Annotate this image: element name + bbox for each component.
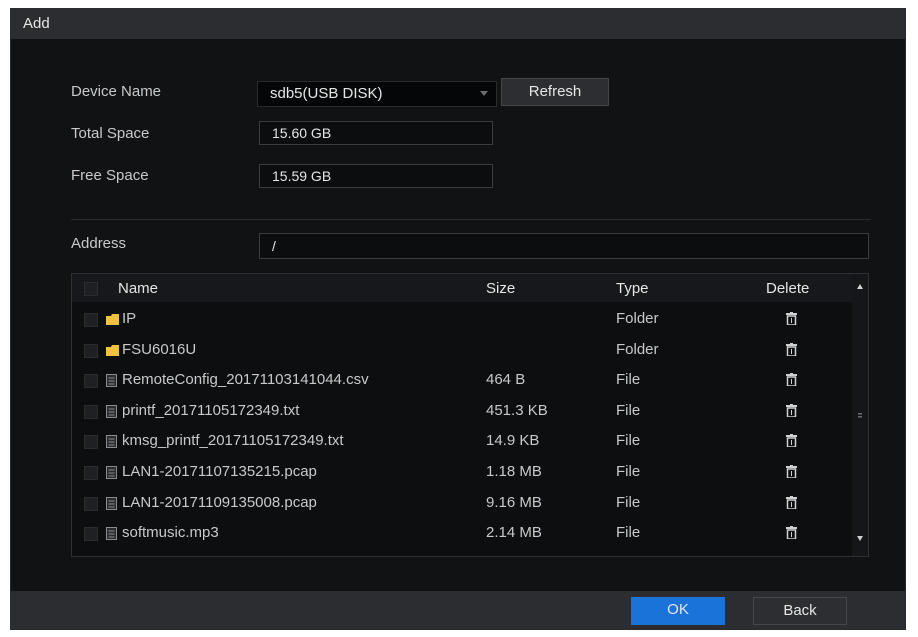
file-name: printf_20171105172349.txt xyxy=(122,401,300,419)
total-space-field: 15.60 GB xyxy=(259,121,493,145)
file-table: Name Size Type Delete IP Folder FSU6016U Fo… xyxy=(71,273,869,557)
scroll-thumb-line xyxy=(858,416,862,418)
scroll-up-icon xyxy=(857,284,863,289)
file-size: 2.14 MB xyxy=(486,524,542,542)
file-name: LAN1-20171107135215.pcap xyxy=(122,463,317,480)
row-checkbox[interactable] xyxy=(84,527,98,542)
table-row[interactable]: printf_20171105172349.txt 451.3 KB File xyxy=(72,396,852,426)
row-checkbox[interactable] xyxy=(84,496,98,511)
file-name: FSU6016U xyxy=(122,340,197,358)
trash-icon[interactable] xyxy=(786,434,797,452)
device-name-value: sdb5(USB DISK) xyxy=(270,85,383,102)
file-icon xyxy=(106,404,117,423)
row-checkbox[interactable] xyxy=(84,374,98,389)
trash-icon[interactable] xyxy=(786,526,797,544)
file-icon xyxy=(106,527,117,545)
ok-button[interactable]: OK xyxy=(631,597,725,625)
file-icon xyxy=(106,374,117,392)
table-header: Name Size Type Delete xyxy=(72,274,852,302)
back-button[interactable]: Back xyxy=(753,597,847,625)
row-checkbox[interactable] xyxy=(84,404,98,419)
header-name[interactable]: Name xyxy=(118,280,158,297)
file-type: File xyxy=(616,493,641,511)
table-row[interactable]: FSU6016U Folder xyxy=(72,335,852,365)
section-divider xyxy=(71,219,871,220)
table-row[interactable]: LAN1-20171107135215.pcap 1.18 MB File xyxy=(72,457,852,487)
file-name: softmusic.mp3 xyxy=(122,524,219,542)
refresh-button[interactable]: Refresh xyxy=(501,78,609,106)
file-type: Folder xyxy=(616,340,659,358)
trash-icon[interactable] xyxy=(786,465,797,483)
scroll-thumb xyxy=(858,413,862,415)
select-all-checkbox[interactable] xyxy=(84,282,98,296)
table-row[interactable]: IP Folder xyxy=(72,304,852,334)
table-row[interactable]: softmusic.mp3 2.14 MB File xyxy=(72,518,852,548)
file-icon xyxy=(106,435,117,453)
folder-icon xyxy=(106,344,120,362)
header-type[interactable]: Type xyxy=(616,280,649,297)
title-bar: Add xyxy=(11,9,905,39)
folder-icon xyxy=(106,313,120,331)
file-type: File xyxy=(616,432,641,450)
row-checkbox[interactable] xyxy=(84,466,98,480)
address-field[interactable]: / xyxy=(259,233,869,259)
footer-bar: OK Back xyxy=(11,591,905,629)
file-size: 451.3 KB xyxy=(486,401,548,419)
chevron-down-icon xyxy=(480,91,488,96)
trash-icon[interactable] xyxy=(786,403,797,422)
header-size[interactable]: Size xyxy=(486,280,515,297)
file-size: 1.18 MB xyxy=(486,463,542,480)
file-size: 9.16 MB xyxy=(486,493,542,511)
file-size: 464 B xyxy=(486,371,526,389)
total-space-label: Total Space xyxy=(71,125,150,142)
trash-icon[interactable] xyxy=(786,342,797,361)
file-name: LAN1-20171109135008.pcap xyxy=(122,493,317,511)
file-icon xyxy=(106,466,117,484)
add-dialog: Add Device Name sdb5(USB DISK) Refresh T… xyxy=(10,8,906,630)
table-row[interactable]: LAN1-20171109135008.pcap 9.16 MB File xyxy=(72,488,852,518)
free-space-field: 15.59 GB xyxy=(259,164,493,188)
scroll-down-icon xyxy=(857,536,863,541)
row-checkbox[interactable] xyxy=(84,313,98,327)
table-row[interactable]: kmsg_printf_20171105172349.txt 14.9 KB Fil… xyxy=(72,426,852,456)
file-name: kmsg_printf_20171105172349.txt xyxy=(122,432,344,450)
file-type: File xyxy=(616,463,641,480)
row-checkbox[interactable] xyxy=(84,435,98,450)
device-name-label: Device Name xyxy=(71,83,162,100)
file-name: RemoteConfig_20171103141044.csv xyxy=(122,371,369,389)
scrollbar-arrows xyxy=(857,284,863,541)
trash-icon[interactable] xyxy=(786,373,797,391)
device-name-select[interactable]: sdb5(USB DISK) xyxy=(257,81,497,107)
trash-icon[interactable] xyxy=(786,495,797,514)
file-type: Folder xyxy=(616,310,659,327)
file-size: 14.9 KB xyxy=(486,432,540,450)
address-label: Address xyxy=(71,235,127,252)
scrollbar[interactable] xyxy=(852,274,868,556)
trash-icon[interactable] xyxy=(786,312,797,330)
free-space-label: Free Space xyxy=(71,167,149,184)
file-icon xyxy=(106,496,117,515)
file-type: File xyxy=(616,371,641,389)
table-row[interactable]: RemoteConfig_20171103141044.csv 464 B File xyxy=(72,365,852,395)
file-type: File xyxy=(616,401,641,419)
header-delete: Delete xyxy=(766,280,810,297)
file-type: File xyxy=(616,524,641,542)
file-name: IP xyxy=(122,310,137,327)
dialog-title: Add xyxy=(23,15,50,32)
row-checkbox[interactable] xyxy=(84,343,98,358)
